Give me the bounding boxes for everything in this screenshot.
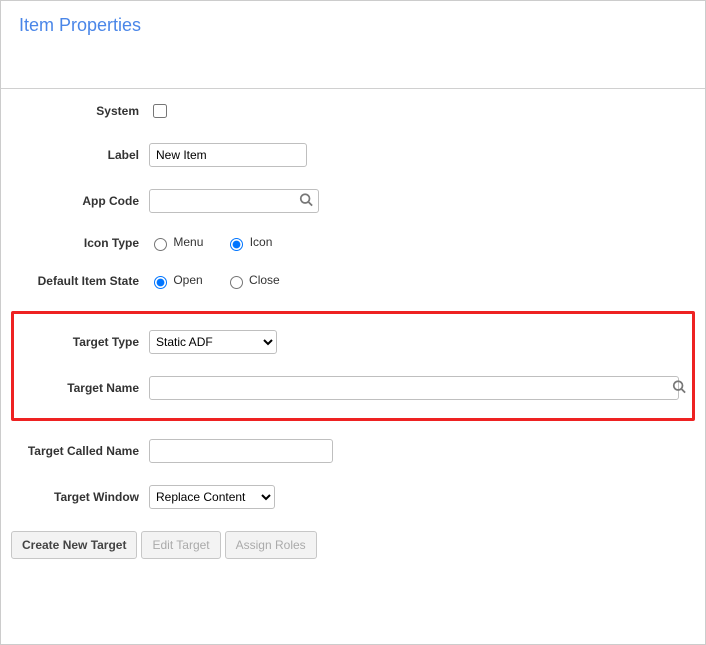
- icontype-radio-icon[interactable]: [230, 238, 243, 251]
- defaultstate-radio-close[interactable]: [230, 276, 243, 289]
- create-new-target-button[interactable]: Create New Target: [11, 531, 137, 559]
- row-targetname: Target Name: [11, 376, 692, 400]
- targetname-input[interactable]: [149, 376, 679, 400]
- row-appcode: App Code: [11, 189, 695, 213]
- row-targettype: Target Type Static ADF: [11, 330, 692, 354]
- targettype-select[interactable]: Static ADF: [149, 330, 277, 354]
- targetwindow-select[interactable]: Replace Content: [149, 485, 275, 509]
- icontype-menu-label: Menu: [173, 235, 203, 249]
- row-icontype: Icon Type Menu Icon: [11, 235, 695, 251]
- label-input[interactable]: [149, 143, 307, 167]
- button-row: Create New Target Edit Target Assign Rol…: [11, 531, 695, 559]
- targetcalledname-input: [149, 439, 333, 463]
- search-icon[interactable]: [299, 193, 313, 210]
- row-label: Label: [11, 143, 695, 167]
- system-checkbox[interactable]: [153, 104, 167, 118]
- panel-title: Item Properties: [19, 15, 687, 36]
- label-label: Label: [11, 148, 149, 162]
- defaultstate-radio-open[interactable]: [154, 276, 167, 289]
- label-defaultstate: Default Item State: [11, 274, 149, 288]
- panel-header: Item Properties: [1, 1, 705, 89]
- row-defaultstate: Default Item State Open Close: [11, 273, 695, 289]
- defaultstate-open-label: Open: [173, 273, 202, 287]
- icontype-radio-menu[interactable]: [154, 238, 167, 251]
- label-targetcalledname: Target Called Name: [11, 444, 149, 458]
- target-highlight-box: Target Type Static ADF Target Name: [11, 311, 695, 421]
- assign-roles-button: Assign Roles: [225, 531, 317, 559]
- row-targetwindow: Target Window Replace Content: [11, 485, 695, 509]
- row-system: System: [11, 101, 695, 121]
- label-targettype: Target Type: [11, 335, 149, 349]
- item-properties-panel: Item Properties System Label App Code: [0, 0, 706, 645]
- panel-body: System Label App Code: [1, 89, 705, 569]
- label-system: System: [11, 104, 149, 118]
- label-targetname: Target Name: [11, 381, 149, 395]
- row-targetcalledname: Target Called Name: [11, 439, 695, 463]
- edit-target-button: Edit Target: [141, 531, 220, 559]
- defaultstate-close-label: Close: [249, 273, 280, 287]
- icontype-icon-label: Icon: [250, 235, 273, 249]
- label-appcode: App Code: [11, 194, 149, 208]
- label-icontype: Icon Type: [11, 236, 149, 250]
- search-icon[interactable]: [672, 380, 686, 397]
- label-targetwindow: Target Window: [11, 490, 149, 504]
- appcode-input[interactable]: [149, 189, 319, 213]
